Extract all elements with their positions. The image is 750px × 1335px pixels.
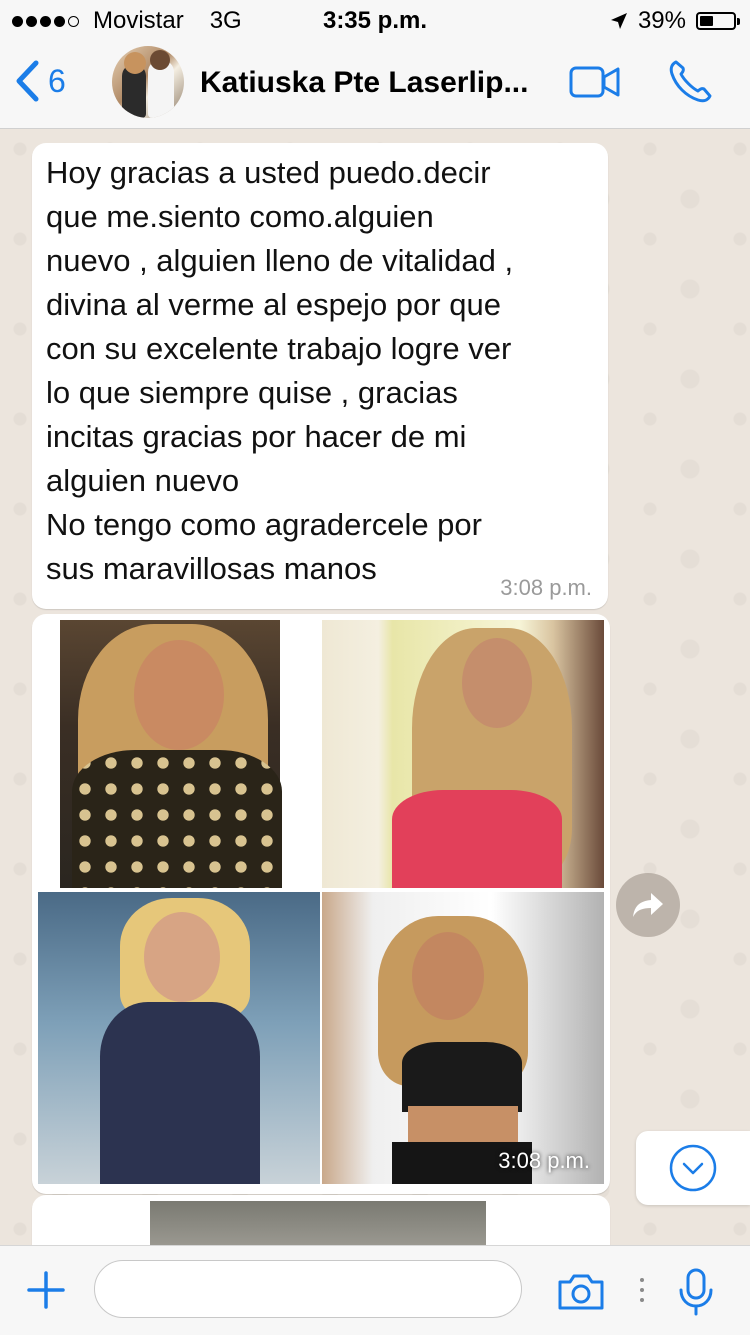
- photo-message-bubble[interactable]: 3:08 p.m.: [32, 614, 610, 1194]
- forward-arrow-icon: [633, 893, 663, 917]
- location-arrow-icon: [610, 13, 627, 29]
- message-input-bar: [0, 1245, 750, 1335]
- contact-avatar[interactable]: [112, 46, 184, 118]
- message-time: 3:08 p.m.: [500, 575, 592, 600]
- chat-header: 6 Katiuska Pte Laserlip...: [0, 42, 750, 129]
- message-text: Hoy gracias a usted puedo.decir que me.s…: [46, 155, 514, 586]
- voice-call-button[interactable]: [666, 58, 714, 111]
- photo-message-time: 3:08 p.m.: [498, 1148, 590, 1173]
- photo-thumbnail[interactable]: [38, 620, 320, 888]
- camera-icon: [558, 1274, 604, 1310]
- battery-icon: [696, 12, 740, 30]
- message-bubble[interactable]: [32, 1195, 610, 1245]
- phone-icon: [669, 60, 712, 103]
- attach-button[interactable]: [26, 1270, 66, 1315]
- separator-dots: [640, 1278, 644, 1302]
- chevron-left-icon: [16, 60, 39, 102]
- photo-grid[interactable]: 3:08 p.m.: [38, 620, 604, 1188]
- photo-thumbnail[interactable]: [150, 1201, 486, 1245]
- camera-button[interactable]: [556, 1272, 606, 1317]
- back-button[interactable]: 6: [14, 60, 66, 102]
- photo-thumbnail[interactable]: [38, 892, 320, 1184]
- chat-area[interactable]: Hoy gracias a usted puedo.decir que me.s…: [0, 129, 750, 1245]
- battery-percent: 39%: [637, 7, 686, 34]
- unread-count: 6: [48, 62, 66, 99]
- message-input[interactable]: [94, 1260, 522, 1318]
- video-camera-icon: [569, 66, 620, 98]
- photo-thumbnail[interactable]: 3:08 p.m.: [322, 892, 604, 1184]
- video-call-button[interactable]: [568, 62, 622, 107]
- message-bubble[interactable]: Hoy gracias a usted puedo.decir que me.s…: [32, 143, 608, 609]
- status-right: 39%: [610, 7, 740, 35]
- forward-button[interactable]: [616, 873, 680, 937]
- contact-name[interactable]: Katiuska Pte Laserlip...: [200, 66, 528, 100]
- chevron-down-icon: [669, 1144, 717, 1192]
- voice-note-button[interactable]: [676, 1268, 716, 1321]
- microphone-icon: [679, 1268, 713, 1316]
- plus-icon: [27, 1271, 65, 1309]
- status-bar: Movistar 3G 3:35 p.m. 39%: [0, 0, 750, 42]
- scroll-to-bottom-button[interactable]: [636, 1131, 750, 1205]
- photo-thumbnail[interactable]: [322, 620, 604, 888]
